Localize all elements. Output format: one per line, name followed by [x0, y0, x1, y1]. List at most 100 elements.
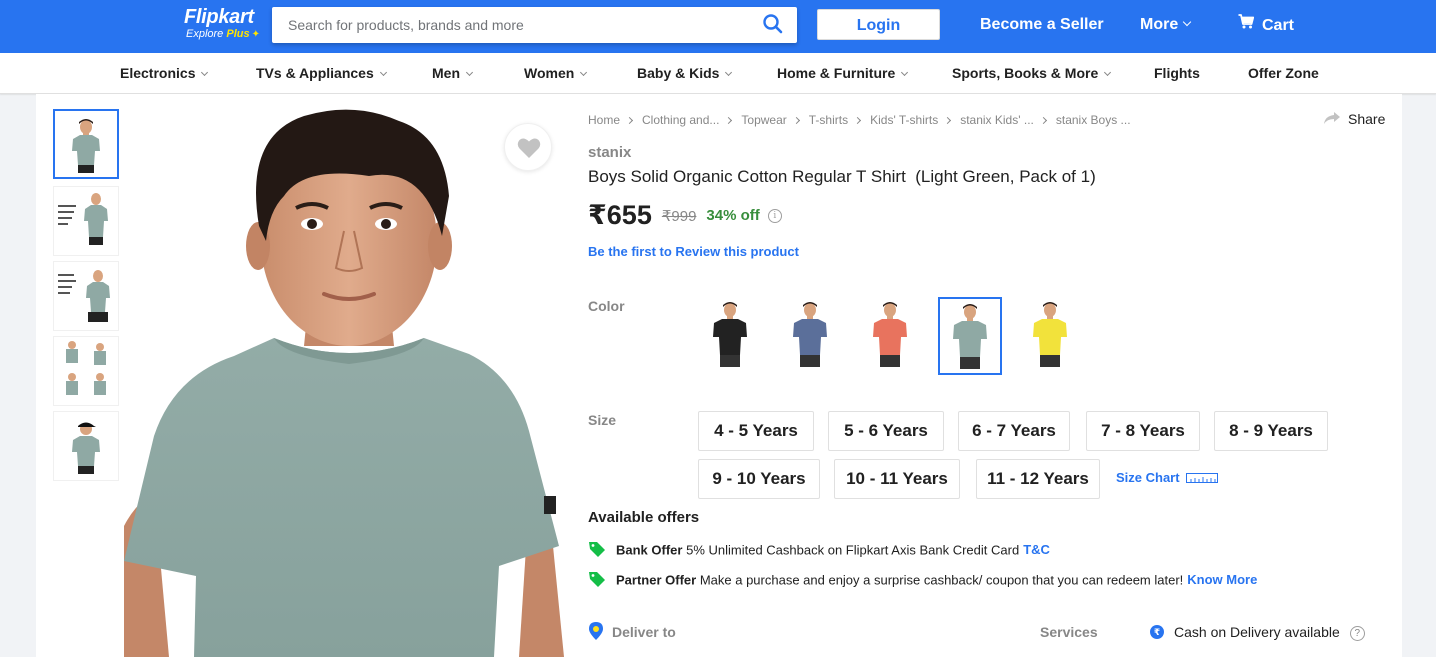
- size-option[interactable]: 11 - 12 Years: [976, 459, 1100, 499]
- cart-label: Cart: [1262, 17, 1295, 35]
- review-link[interactable]: Be the first to Review this product: [588, 244, 799, 259]
- category-label: Sports, Books & More: [952, 65, 1099, 81]
- help-icon[interactable]: ?: [1349, 625, 1365, 641]
- size-label: Size: [588, 412, 617, 428]
- thumbnail[interactable]: [53, 109, 119, 179]
- size-option[interactable]: 5 - 6 Years: [828, 411, 944, 451]
- category-label: Flights: [1154, 65, 1200, 81]
- thumbnail[interactable]: [53, 336, 119, 406]
- category-nav: Electronics TVs & Appliances Men Women B…: [0, 53, 1436, 94]
- color-swatch-yellow[interactable]: [1018, 297, 1082, 375]
- color-label: Color: [588, 298, 625, 314]
- more-label: More: [1140, 16, 1179, 33]
- login-button[interactable]: Login: [817, 9, 940, 40]
- cart-link[interactable]: Cart: [1238, 14, 1295, 36]
- size-option[interactable]: 7 - 8 Years: [1086, 411, 1200, 451]
- search-icon[interactable]: [763, 14, 785, 36]
- kid-photo-swatch: [873, 302, 907, 367]
- logo-text: Flipkart: [184, 6, 254, 28]
- services-label: Services: [1040, 624, 1098, 640]
- offer-kind: Bank Offer: [616, 542, 683, 558]
- size-chart-label: Size Chart: [1116, 470, 1180, 485]
- more-menu[interactable]: More: [1140, 16, 1192, 34]
- share-icon: [1324, 112, 1340, 125]
- thumbnail[interactable]: [53, 186, 119, 256]
- chevron-down-icon: [465, 68, 474, 77]
- size-option[interactable]: 6 - 7 Years: [958, 411, 1070, 451]
- chevron-down-icon: [901, 68, 909, 77]
- category-item[interactable]: TVs & Appliances: [256, 65, 387, 81]
- category-item[interactable]: Offer Zone: [1248, 65, 1319, 81]
- search-input[interactable]: [272, 7, 742, 43]
- color-swatch-blue[interactable]: [778, 297, 842, 375]
- offer-text: 5% Unlimited Cashback on Flipkart Axis B…: [686, 542, 1020, 558]
- offer-link[interactable]: T&C: [1023, 542, 1050, 557]
- ruler-icon: [1185, 472, 1218, 483]
- color-swatch-black[interactable]: [698, 297, 762, 375]
- offer-item: Bank Offer 5% Unlimited Cashback on Flip…: [588, 542, 1050, 560]
- breadcrumb-item[interactable]: stanix Boys ...: [1056, 113, 1131, 127]
- category-label: Offer Zone: [1248, 65, 1319, 81]
- thumbnail[interactable]: [53, 411, 119, 481]
- chevron-right-icon: [1039, 116, 1047, 125]
- category-item[interactable]: Home & Furniture: [777, 65, 909, 81]
- logo-tag-plus: Plus: [226, 28, 250, 40]
- rupee-icon: ₹: [1150, 625, 1164, 640]
- product-brand[interactable]: stanix: [588, 144, 631, 161]
- chevron-down-icon: [580, 68, 588, 77]
- category-item[interactable]: Electronics: [120, 65, 209, 81]
- thumbnail[interactable]: [53, 261, 119, 331]
- kid-photo-swatch: [953, 304, 987, 369]
- plus-star-icon: ✦: [251, 29, 260, 40]
- category-item[interactable]: Women: [524, 65, 588, 81]
- breadcrumb-item[interactable]: stanix Kids' ...: [960, 113, 1034, 127]
- breadcrumb-item[interactable]: T-shirts: [809, 113, 848, 127]
- offer-item: Partner Offer Make a purchase and enjoy …: [588, 572, 1257, 590]
- search-bar: [272, 7, 797, 43]
- chevron-right-icon: [792, 116, 800, 125]
- size-option[interactable]: 8 - 9 Years: [1214, 411, 1328, 451]
- offer-link[interactable]: Know More: [1187, 572, 1257, 587]
- info-icon[interactable]: i: [767, 208, 782, 223]
- product-panel: Home Clothing and... Topwear T-shirts Kids' …: [36, 94, 1402, 657]
- become-seller-link[interactable]: Become a Seller: [980, 16, 1104, 34]
- chevron-down-icon: [379, 68, 387, 77]
- size-option[interactable]: 9 - 10 Years: [698, 459, 820, 499]
- chevron-right-icon: [725, 116, 733, 125]
- top-header: Flipkart Explore Plus✦ Login Become a Se…: [0, 0, 1436, 53]
- cod-text: Cash on Delivery available: [1174, 624, 1340, 640]
- kid-photo-swatch: [793, 302, 827, 367]
- category-label: Women: [524, 65, 575, 81]
- price-row: ₹655 ₹999 34% off i: [588, 200, 782, 231]
- breadcrumb: Home Clothing and... Topwear T-shirts Kids' …: [588, 113, 1131, 127]
- offer-tag-icon: [589, 542, 605, 557]
- chevron-right-icon: [625, 116, 634, 125]
- color-swatch-light-green[interactable]: [938, 297, 1002, 375]
- original-price: ₹999: [661, 207, 697, 225]
- selling-price: ₹655: [588, 200, 652, 230]
- category-item[interactable]: Men: [432, 65, 474, 81]
- offer-text: Make a purchase and enjoy a surprise cas…: [699, 572, 1184, 588]
- share-button[interactable]: Share: [1324, 111, 1385, 127]
- kid-photo-swatch: [713, 302, 747, 367]
- wishlist-button[interactable]: [504, 123, 552, 171]
- deliver-to-label: Deliver to: [612, 624, 676, 640]
- size-option[interactable]: 10 - 11 Years: [834, 459, 960, 499]
- breadcrumb-item[interactable]: Topwear: [741, 113, 786, 127]
- size-option[interactable]: 4 - 5 Years: [698, 411, 814, 451]
- breadcrumb-item[interactable]: Kids' T-shirts: [870, 113, 938, 127]
- breadcrumb-item[interactable]: Clothing and...: [642, 113, 719, 127]
- size-chart-link[interactable]: Size Chart: [1116, 470, 1218, 485]
- category-item[interactable]: Flights: [1154, 65, 1200, 81]
- kid-photo: [124, 109, 564, 657]
- kid-photo-thumbnail: [58, 270, 110, 322]
- flipkart-logo[interactable]: Flipkart Explore Plus ✦: [184, 6, 260, 41]
- category-item[interactable]: Sports, Books & More: [952, 65, 1112, 81]
- color-swatch-coral[interactable]: [858, 297, 922, 375]
- category-label: Men: [432, 65, 460, 81]
- breadcrumb-item[interactable]: Home: [588, 113, 620, 127]
- category-label: TVs & Appliances: [256, 65, 374, 81]
- category-item[interactable]: Baby & Kids: [637, 65, 733, 81]
- deliver-to: Deliver to: [588, 622, 676, 642]
- product-main-image[interactable]: [124, 106, 564, 657]
